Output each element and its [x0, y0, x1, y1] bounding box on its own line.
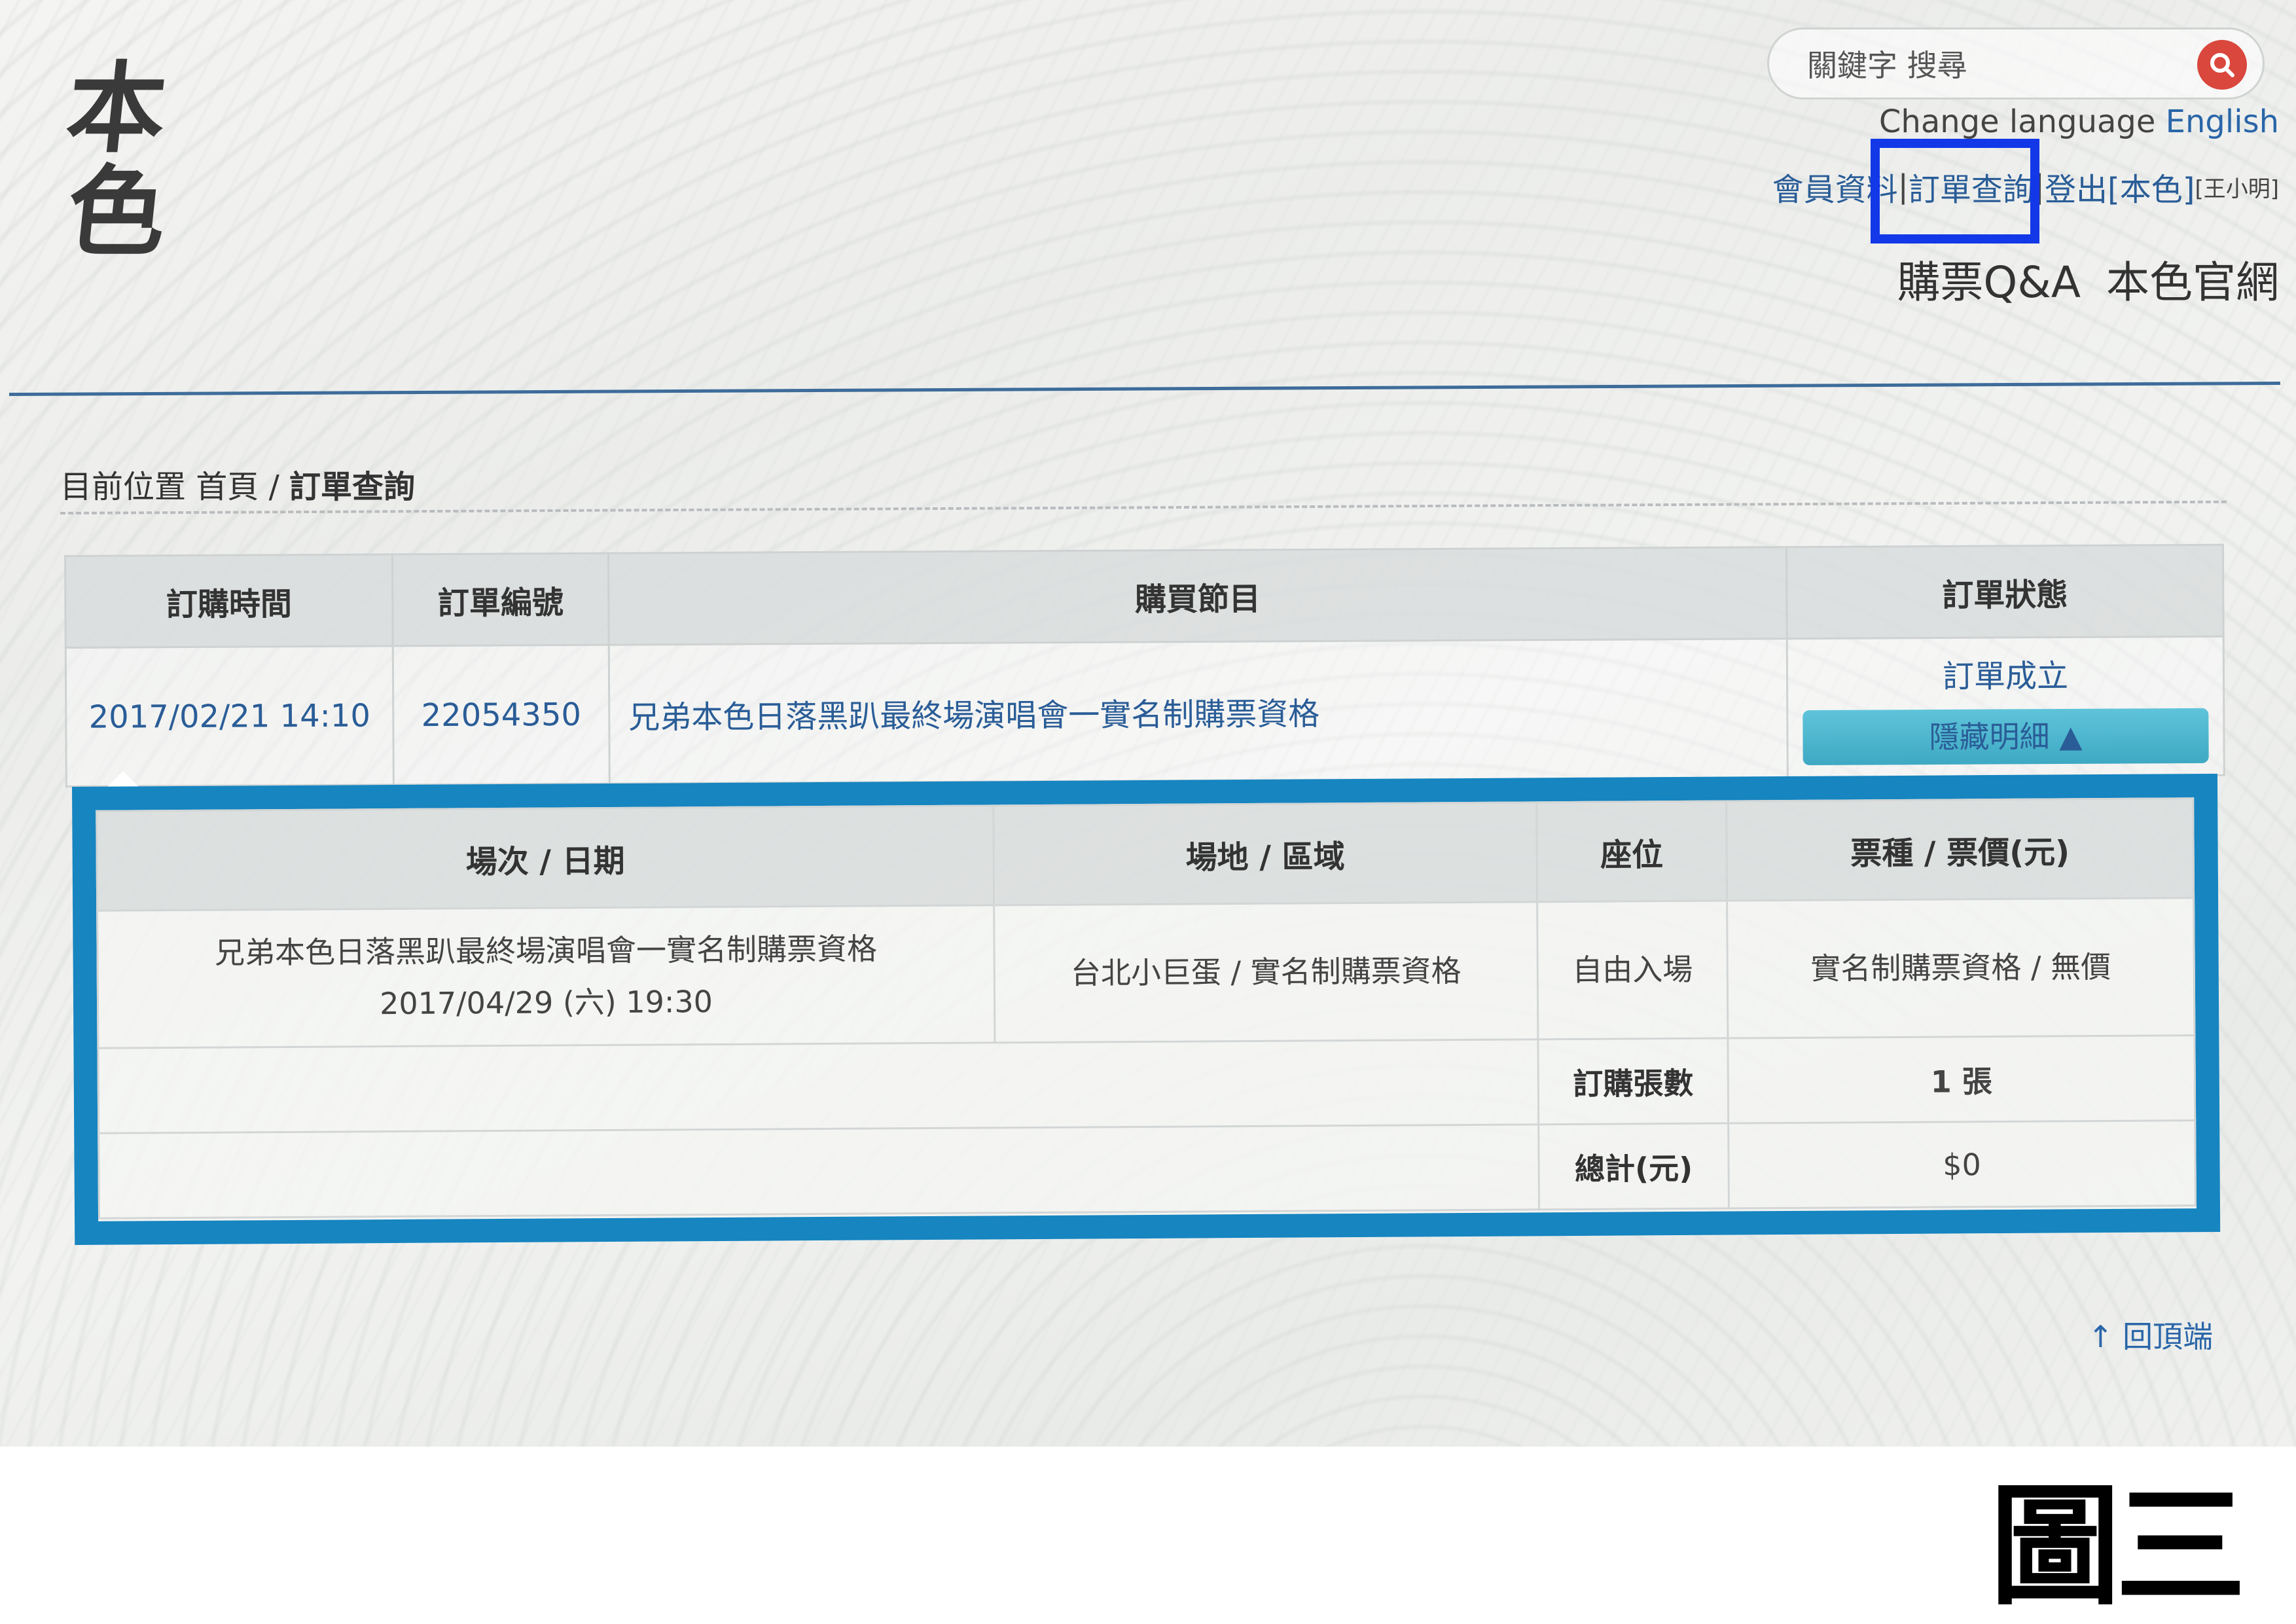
- detail-table-header: 場次 / 日期 場地 / 區域 座位 票種 / 票價(元): [96, 798, 2194, 911]
- logo-char-1: 本: [61, 51, 172, 166]
- logout-link[interactable]: 登出[本色]: [2045, 164, 2195, 209]
- breadcrumb: 目前位置 首頁 / 訂單查詢: [60, 461, 415, 507]
- official-site-link[interactable]: 本色官網: [2106, 257, 2279, 308]
- total-row: 總計(元) $0: [98, 1120, 2196, 1219]
- order-detail-panel: 場次 / 日期 場地 / 區域 座位 票種 / 票價(元) 兄弟本色日落黑趴最終…: [72, 773, 2221, 1245]
- back-to-top-link[interactable]: ↑ 回頂端: [2088, 1313, 2213, 1356]
- table-row: 2017/02/21 14:10 22054350 兄弟本色日落黑趴最終場演唱會…: [65, 636, 2225, 787]
- venue-cell: 台北小巨蛋 / 實名制購票資格: [994, 901, 1538, 1043]
- col-ticket-price: 票種 / 票價(元): [1726, 798, 2194, 901]
- empty-cell: [98, 1124, 1539, 1219]
- quantity-value: 1 張: [1727, 1035, 2195, 1124]
- logo-char-2: 色: [61, 154, 172, 270]
- table-row: 兄弟本色日落黑趴最終場演唱會一實名制購票資格 2017/04/29 (六) 19…: [97, 897, 2195, 1049]
- session-date: 2017/04/29 (六) 19:30: [379, 983, 713, 1021]
- order-table: 訂購時間 訂單編號 購買節目 訂單狀態 2017/02/21 14:10 220…: [64, 543, 2225, 787]
- program-cell[interactable]: 兄弟本色日落黑趴最終場演唱會一實名制購票資格: [609, 638, 1788, 784]
- search-input[interactable]: 關鍵字 搜尋: [1807, 42, 1967, 85]
- ticket-cell: 實名制購票資格 / 無價: [1727, 897, 2195, 1039]
- header-divider: [9, 382, 2280, 396]
- username: [王小明]: [2195, 175, 2279, 202]
- order-no-cell[interactable]: 22054350: [393, 645, 610, 785]
- ticket-qa-link[interactable]: 購票Q&A: [1897, 257, 2081, 308]
- search-button[interactable]: [2197, 40, 2247, 90]
- col-session-date: 場次 / 日期: [96, 805, 994, 911]
- breadcrumb-prefix: 目前位置: [60, 469, 187, 505]
- figure-caption: 圖三: [1990, 1470, 2246, 1623]
- status-badge: 訂單成立: [1942, 657, 2069, 695]
- col-order-time: 訂購時間: [65, 554, 393, 648]
- hide-details-button[interactable]: 隱藏明細 ▲: [1803, 708, 2209, 765]
- browser-screen-photo: 本 色 關鍵字 搜尋 Change language English 會員資料 …: [0, 0, 2296, 1447]
- session-name: 兄弟本色日落黑趴最終場演唱會一實名制購票資格: [214, 931, 878, 971]
- order-query-link[interactable]: 訂單查詢: [1909, 164, 2034, 209]
- quantity-label: 訂購張數: [1537, 1038, 1729, 1125]
- status-cell: 訂單成立 隱藏明細 ▲: [1787, 636, 2225, 778]
- search-box[interactable]: 關鍵字 搜尋: [1767, 27, 2265, 99]
- member-profile-link[interactable]: 會員資料: [1772, 164, 1898, 209]
- breadcrumb-current: 訂單查詢: [289, 469, 416, 505]
- empty-cell: [98, 1039, 1539, 1134]
- col-venue-area: 場地 / 區域: [993, 802, 1537, 905]
- nav-separator: |: [1897, 168, 1909, 205]
- col-status: 訂單狀態: [1786, 545, 2224, 639]
- session-date-cell: 兄弟本色日落黑趴最終場演唱會一實名制購票資格 2017/04/29 (六) 19…: [97, 905, 995, 1049]
- language-switch: Change language English: [1879, 103, 2279, 140]
- quantity-row: 訂購張數 1 張: [98, 1035, 2195, 1134]
- site-logo[interactable]: 本 色: [58, 51, 175, 270]
- language-english-link[interactable]: English: [2166, 103, 2279, 140]
- col-order-no: 訂單編號: [392, 553, 609, 646]
- order-time-cell: 2017/02/21 14:10: [65, 645, 394, 787]
- search-icon: [2210, 53, 2234, 77]
- detail-table: 場次 / 日期 場地 / 區域 座位 票種 / 票價(元) 兄弟本色日落黑趴最終…: [96, 797, 2197, 1219]
- nav-separator: |: [2034, 168, 2045, 205]
- col-program: 購買節目: [608, 547, 1787, 645]
- breadcrumb-home[interactable]: 首頁: [196, 469, 259, 505]
- seat-cell: 自由入場: [1537, 901, 1728, 1039]
- order-table-header: 訂購時間 訂單編號 購買節目 訂單狀態: [65, 545, 2224, 648]
- breadcrumb-sep: /: [268, 469, 279, 505]
- total-value: $0: [1728, 1120, 2196, 1209]
- language-label: Change language: [1878, 103, 2156, 140]
- member-nav: 會員資料 | 訂單查詢 | 登出[本色] [王小明]: [1772, 164, 2279, 209]
- col-seat: 座位: [1536, 801, 1727, 902]
- site-links: 購票Q&A 本色官網: [1885, 247, 2279, 310]
- total-label: 總計(元): [1538, 1123, 1729, 1210]
